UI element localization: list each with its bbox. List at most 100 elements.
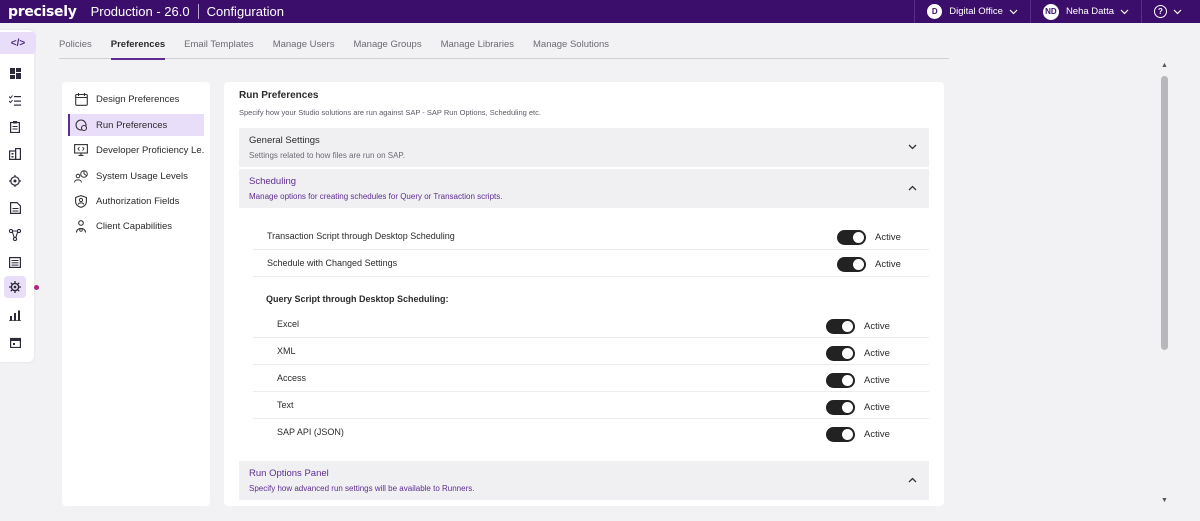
run-gear-icon	[74, 118, 88, 132]
section-description: Specify how advanced run settings will b…	[249, 484, 475, 493]
document-icon[interactable]	[9, 202, 21, 214]
run-preferences-panel: Run Preferences Specify how your Studio …	[224, 82, 944, 506]
nav-label: Run Preferences	[96, 119, 168, 131]
tab-email-templates[interactable]: Email Templates	[184, 34, 254, 59]
bug-icon[interactable]	[9, 175, 21, 187]
code-toggle-button[interactable]: </>	[0, 32, 36, 54]
setting-row: Access Active	[253, 365, 929, 392]
status-label: Active	[864, 402, 890, 413]
chart-icon[interactable]	[9, 309, 21, 321]
status-label: Active	[875, 259, 901, 270]
nav-authorization-fields[interactable]: Authorization Fields	[68, 190, 204, 212]
nav-developer-proficiency[interactable]: Developer Proficiency Le...	[68, 139, 204, 161]
setting-label: Excel	[277, 319, 300, 329]
toggle-knob	[842, 402, 853, 413]
setting-row: SAP API (JSON) Active	[253, 419, 929, 446]
toggle-knob	[842, 321, 853, 332]
nav-design-preferences[interactable]: Design Preferences	[68, 88, 204, 110]
tab-policies[interactable]: Policies	[59, 34, 92, 59]
general-settings-section[interactable]: General Settings Settings related to how…	[239, 128, 929, 167]
tab-manage-groups[interactable]: Manage Groups	[353, 34, 421, 59]
list-icon[interactable]	[9, 256, 21, 268]
nav-label: Developer Proficiency Le...	[96, 144, 204, 156]
setting-label: Access	[277, 373, 307, 383]
checklist-icon[interactable]	[9, 94, 21, 106]
workflow-icon[interactable]	[9, 229, 21, 241]
nav-label: Authorization Fields	[96, 195, 180, 207]
tab-manage-solutions[interactable]: Manage Solutions	[533, 34, 609, 59]
setting-label: XML	[277, 346, 296, 356]
page-scrollbar[interactable]: ▲ ▼	[1158, 62, 1171, 504]
toggle-knob	[853, 232, 864, 243]
tab-preferences[interactable]: Preferences	[110, 34, 166, 60]
user-menu[interactable]: ND Neha Datta	[1029, 0, 1141, 23]
scroll-down-arrow[interactable]: ▼	[1161, 497, 1168, 504]
status-label: Active	[875, 232, 901, 243]
setting-label: Text	[277, 400, 294, 410]
chevron-up-icon[interactable]	[908, 475, 917, 485]
xml-toggle[interactable]	[826, 346, 855, 361]
section-title: Run Options Panel	[249, 468, 329, 479]
calendar-icon[interactable]	[9, 336, 21, 348]
toggle-knob	[842, 375, 853, 386]
chevron-down-icon[interactable]	[908, 142, 917, 152]
help-icon: ?	[1154, 5, 1167, 18]
setting-row: Text Active	[253, 392, 929, 419]
setting-row: Excel Active	[253, 311, 929, 338]
setting-label: Transaction Script through Desktop Sched…	[267, 231, 455, 241]
monitor-code-icon	[74, 143, 88, 157]
shield-user-icon	[74, 194, 88, 208]
run-options-section[interactable]: Run Options Panel Specify how advanced r…	[239, 461, 929, 500]
calendar-icon	[74, 92, 88, 106]
top-bar: precisely Production - 26.0 Configuratio…	[0, 0, 1200, 23]
setting-label: Schedule with Changed Settings	[267, 258, 398, 268]
status-label: Active	[864, 348, 890, 359]
nav-run-preferences[interactable]: Run Preferences	[68, 114, 204, 136]
toggle-knob	[853, 259, 864, 270]
chevron-down-icon	[1009, 7, 1018, 17]
gear-icon[interactable]	[9, 281, 21, 293]
chevron-down-icon	[1173, 7, 1182, 17]
text-toggle[interactable]	[826, 400, 855, 415]
section-description: Manage options for creating schedules fo…	[249, 192, 503, 201]
dashboard-icon[interactable]	[9, 67, 21, 79]
status-label: Active	[864, 321, 890, 332]
notification-dot	[34, 285, 39, 290]
help-menu[interactable]: ?	[1141, 0, 1200, 23]
status-label: Active	[864, 429, 890, 440]
nav-label: Client Capabilities	[96, 220, 173, 232]
section-title: Scheduling	[249, 176, 297, 187]
org-name: Digital Office	[949, 6, 1003, 17]
tab-manage-users[interactable]: Manage Users	[273, 34, 335, 59]
people-chart-icon	[74, 169, 88, 183]
query-script-heading: Query Script through Desktop Scheduling:	[266, 294, 449, 304]
brand-logo[interactable]: precisely	[8, 4, 77, 20]
clipboard-icon[interactable]	[9, 121, 21, 133]
scheduling-section[interactable]: Scheduling Manage options for creating s…	[239, 169, 929, 208]
scroll-thumb[interactable]	[1161, 76, 1168, 350]
module-title: Configuration	[206, 4, 284, 19]
nav-client-capabilities[interactable]: Client Capabilities	[68, 215, 204, 237]
org-switcher[interactable]: D Digital Office	[914, 0, 1030, 23]
scroll-up-arrow[interactable]: ▲	[1161, 62, 1168, 69]
nav-label: Design Preferences	[96, 93, 180, 105]
access-toggle[interactable]	[826, 373, 855, 388]
tab-manage-libraries[interactable]: Manage Libraries	[441, 34, 514, 59]
header-right: D Digital Office ND Neha Datta ?	[914, 0, 1200, 23]
setting-row: Schedule with Changed Settings Active	[253, 250, 929, 277]
nav-system-usage-levels[interactable]: System Usage Levels	[68, 165, 204, 187]
chevron-down-icon	[1120, 7, 1129, 17]
person-gear-icon	[74, 219, 88, 233]
building-icon[interactable]	[9, 148, 21, 160]
schedule-changed-settings-toggle[interactable]	[837, 257, 866, 272]
excel-toggle[interactable]	[826, 319, 855, 334]
transaction-script-toggle[interactable]	[837, 230, 866, 245]
user-avatar: ND	[1042, 3, 1059, 20]
org-avatar: D	[927, 4, 943, 19]
toggle-knob	[842, 348, 853, 359]
sap-api-json-toggle[interactable]	[826, 427, 855, 442]
page-subtitle: Specify how your Studio solutions are ru…	[239, 108, 541, 117]
setting-row: Transaction Script through Desktop Sched…	[253, 223, 929, 250]
chevron-up-icon[interactable]	[908, 183, 917, 193]
nav-label: System Usage Levels	[96, 170, 188, 182]
